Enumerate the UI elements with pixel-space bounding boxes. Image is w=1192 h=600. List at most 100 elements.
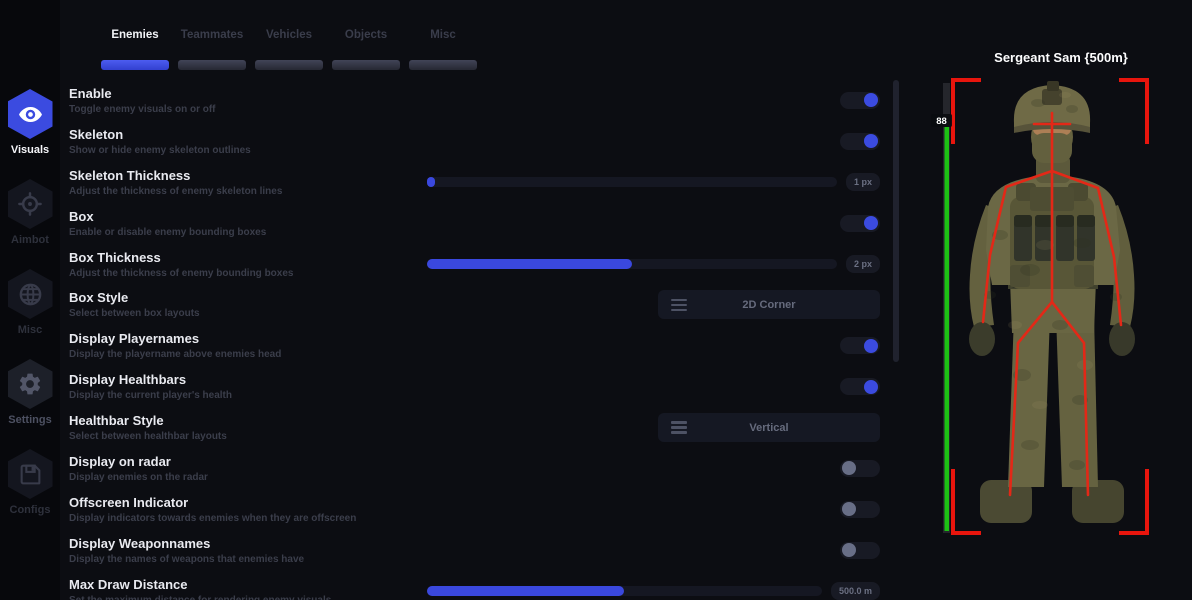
setting-row-offscreen-indicator: Offscreen IndicatorDisplay indicators to… bbox=[60, 489, 910, 530]
setting-title: Skeleton bbox=[69, 127, 840, 142]
box-thickness-slider[interactable] bbox=[427, 259, 837, 269]
setting-description: Show or hide enemy skeleton outlines bbox=[69, 145, 840, 156]
tab-vehicles[interactable]: Vehicles bbox=[255, 28, 323, 70]
tab-label: Objects bbox=[345, 28, 387, 42]
slider-value-badge: 1 px bbox=[846, 173, 880, 191]
slider-fill bbox=[427, 586, 624, 596]
box-style-dropdown[interactable]: 2D Corner bbox=[658, 290, 880, 319]
setting-description: Enable or disable enemy bounding boxes bbox=[69, 227, 840, 238]
skeleton-thickness-slider[interactable] bbox=[427, 177, 837, 187]
healthbar-esp-overlay: 88 bbox=[931, 83, 952, 533]
setting-description: Toggle enemy visuals on or off bbox=[69, 104, 840, 115]
setting-title: Display on radar bbox=[69, 454, 840, 469]
sidebar-item-configs[interactable]: Configs bbox=[8, 449, 53, 516]
display-weaponnames-toggle[interactable] bbox=[840, 542, 880, 559]
display-on-radar-toggle[interactable] bbox=[840, 460, 880, 477]
crosshair-icon bbox=[8, 179, 53, 229]
setting-description: Display indicators towards enemies when … bbox=[69, 513, 840, 524]
tab-underline bbox=[255, 60, 323, 70]
setting-title: Box bbox=[69, 209, 840, 224]
setting-row-box-style: Box Style Select between box layouts2D Co… bbox=[60, 284, 910, 325]
setting-row-display-playernames: Display Playernames Display the playernam… bbox=[60, 325, 910, 366]
skeleton-toggle[interactable] bbox=[840, 133, 880, 150]
setting-title: Display Playernames bbox=[69, 331, 840, 346]
healthbar-style-dropdown[interactable]: Vertical bbox=[658, 413, 880, 442]
esp-preview-render: 88 bbox=[930, 75, 1192, 545]
offscreen-indicator-toggle[interactable] bbox=[840, 501, 880, 518]
scrollbar[interactable] bbox=[893, 80, 899, 362]
tab-objects[interactable]: Objects bbox=[332, 28, 400, 70]
sidebar-item-label: Settings bbox=[8, 414, 51, 426]
display-playernames-toggle[interactable] bbox=[840, 337, 880, 354]
setting-description: Display the playername above enemies hea… bbox=[69, 349, 840, 360]
sidebar-item-label: Aimbot bbox=[11, 234, 49, 246]
sidebar-item-visuals[interactable]: Visuals bbox=[8, 89, 53, 156]
sidebar-item-aimbot[interactable]: Aimbot bbox=[8, 179, 53, 246]
tab-misc[interactable]: Misc bbox=[409, 28, 477, 70]
setting-description: Display the names of weapons that enemie… bbox=[69, 554, 840, 565]
tab-underline bbox=[178, 60, 246, 70]
toggle-knob bbox=[842, 543, 856, 557]
tab-label: Vehicles bbox=[266, 28, 312, 42]
enable-toggle[interactable] bbox=[840, 92, 880, 109]
sidebar: Visuals Aimbot Misc Settings Configs bbox=[0, 0, 60, 600]
setting-row-enable: Enable Toggle enemy visuals on or off bbox=[60, 80, 910, 121]
setting-text: Box Style Select between box layouts bbox=[69, 290, 658, 319]
setting-text: Skeleton Show or hide enemy skeleton outl… bbox=[69, 127, 840, 156]
setting-row-display-weaponnames: Display Weaponnames Display the names of … bbox=[60, 530, 910, 571]
eye-icon bbox=[8, 89, 53, 139]
floppy-icon bbox=[8, 449, 53, 499]
setting-title: Skeleton Thickness bbox=[69, 168, 427, 183]
tab-teammates[interactable]: Teammates bbox=[178, 28, 246, 70]
box-toggle[interactable] bbox=[840, 215, 880, 232]
sidebar-item-label: Misc bbox=[18, 324, 42, 336]
setting-description: Adjust the thickness of enemy bounding b… bbox=[69, 268, 427, 279]
setting-row-healthbar-style: Healthbar StyleSelect between healthbar … bbox=[60, 407, 910, 448]
toggle-knob bbox=[864, 216, 878, 230]
toggle-knob bbox=[864, 339, 878, 353]
toggle-knob bbox=[864, 93, 878, 107]
dropdown-selected-value: 2D Corner bbox=[658, 299, 880, 311]
setting-title: Enable bbox=[69, 86, 840, 101]
setting-row-skeleton-thickness: Skeleton Thickness Adjust the thickness o… bbox=[60, 162, 910, 203]
setting-row-display-healthbars: Display Healthbars Display the current pl… bbox=[60, 366, 910, 407]
skeleton-esp-overlay bbox=[983, 113, 1121, 495]
tab-label: Misc bbox=[430, 28, 456, 42]
settings-list: Enable Toggle enemy visuals on or off Skel… bbox=[60, 80, 910, 600]
setting-row-skeleton: Skeleton Show or hide enemy skeleton outl… bbox=[60, 121, 910, 162]
setting-text: Display Playernames Display the playernam… bbox=[69, 331, 840, 360]
setting-text: Skeleton Thickness Adjust the thickness o… bbox=[69, 168, 427, 197]
setting-title: Display Healthbars bbox=[69, 372, 840, 387]
setting-text: Healthbar StyleSelect between healthbar … bbox=[69, 413, 658, 442]
setting-title: Box Style bbox=[69, 290, 658, 305]
globe-icon bbox=[8, 269, 53, 319]
setting-description: Select between box layouts bbox=[69, 308, 658, 319]
health-value: 88 bbox=[936, 116, 947, 127]
slider-fill bbox=[427, 259, 632, 269]
setting-description: Adjust the thickness of enemy skeleton l… bbox=[69, 186, 427, 197]
display-healthbars-toggle[interactable] bbox=[840, 378, 880, 395]
setting-title: Display Weaponnames bbox=[69, 536, 840, 551]
setting-description: Display enemies on the radar bbox=[69, 472, 840, 483]
setting-description: Select between healthbar layouts bbox=[69, 431, 658, 442]
setting-description: Display the current player's health bbox=[69, 390, 840, 401]
toggle-knob bbox=[842, 502, 856, 516]
tab-underline bbox=[101, 60, 169, 70]
tab-bar: EnemiesTeammates Vehicles Objects Misc bbox=[101, 28, 477, 70]
tab-underline bbox=[332, 60, 400, 70]
max-draw-distance-slider[interactable] bbox=[427, 586, 822, 596]
setting-title: Box Thickness bbox=[69, 250, 427, 265]
sidebar-item-misc[interactable]: Misc bbox=[8, 269, 53, 336]
setting-text: Max Draw DistanceSet the maximum distanc… bbox=[69, 577, 427, 600]
setting-text: Display Weaponnames Display the names of … bbox=[69, 536, 840, 565]
sidebar-item-settings[interactable]: Settings bbox=[8, 359, 53, 426]
setting-text: Box Thickness Adjust the thickness of ene… bbox=[69, 250, 427, 279]
setting-text: Display on radar Display enemies on the r… bbox=[69, 454, 840, 483]
setting-text: Enable Toggle enemy visuals on or off bbox=[69, 86, 840, 115]
tab-underline bbox=[409, 60, 477, 70]
sidebar-item-label: Visuals bbox=[11, 144, 49, 156]
tab-enemies[interactable]: Enemies bbox=[101, 28, 169, 70]
setting-row-max-draw-distance: Max Draw DistanceSet the maximum distanc… bbox=[60, 571, 910, 600]
setting-description: Set the maximum distance for rendering e… bbox=[69, 595, 427, 600]
slider-fill bbox=[427, 177, 435, 187]
